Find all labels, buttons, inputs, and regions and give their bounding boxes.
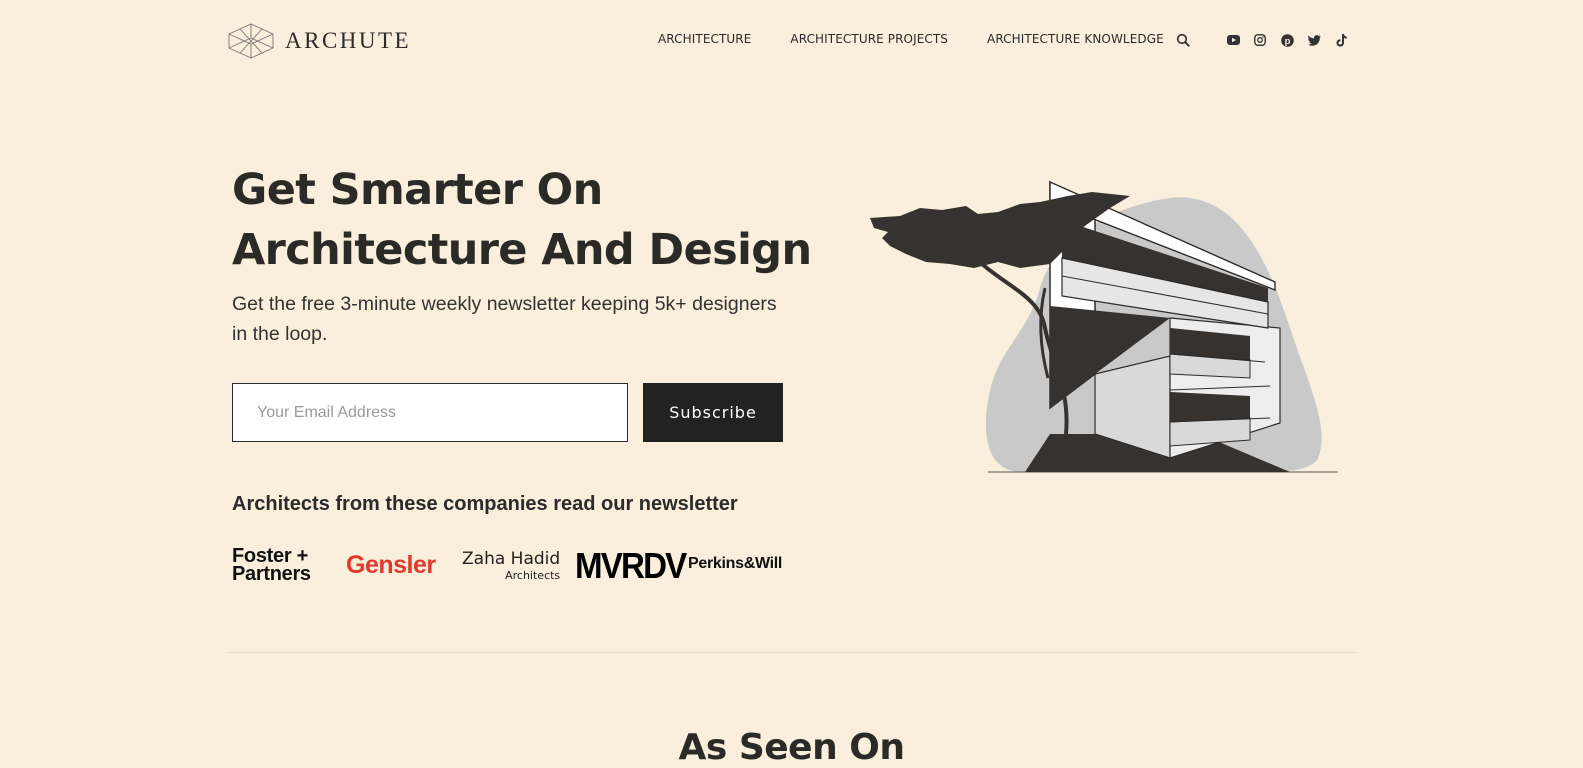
pinterest-icon[interactable]: p: [1280, 33, 1294, 47]
perkins-will-logo: Perkins&Will: [688, 555, 783, 572]
nav-architecture[interactable]: ARCHITECTURE: [658, 32, 751, 46]
hero-title: Get Smarter On Architecture And Design: [232, 160, 832, 280]
section-divider: [227, 652, 1357, 653]
tiktok-icon[interactable]: [1334, 33, 1348, 47]
svg-text:p: p: [1284, 36, 1290, 47]
logo-mark-icon: [228, 23, 274, 59]
email-input[interactable]: [232, 383, 628, 442]
zaha-line2: Architects: [505, 569, 561, 582]
instagram-icon[interactable]: [1253, 33, 1267, 47]
company-logos: Foster + Partners Gensler Zaha Hadid Arc…: [232, 545, 792, 590]
gensler-logo: Gensler: [346, 551, 436, 579]
hero-title-line2: Architecture And Design: [232, 225, 812, 275]
zaha-hadid-logo: Zaha Hadid Architects: [462, 549, 560, 582]
nav-architecture-knowledge[interactable]: ARCHITECTURE KNOWLEDGE: [987, 32, 1164, 46]
main-nav: ARCHITECTURE ARCHITECTURE PROJECTS ARCHI…: [658, 32, 1203, 46]
building-illustration: [870, 180, 1338, 473]
mvrdv-logo: MVRDV: [575, 545, 687, 586]
hero-title-line1: Get Smarter On: [232, 165, 603, 215]
site-header: ARCHUTE ARCHITECTURE ARCHITECTURE PROJEC…: [0, 0, 1583, 80]
nav-architecture-projects[interactable]: ARCHITECTURE PROJECTS: [790, 32, 948, 46]
subscribe-button[interactable]: Subscribe: [643, 383, 783, 442]
foster-partners-logo: Foster + Partners: [232, 546, 311, 585]
as-seen-on-heading: As Seen On: [678, 727, 905, 768]
social-links: p: [1226, 33, 1361, 47]
search-icon[interactable]: [1176, 33, 1190, 47]
companies-heading: Architects from these companies read our…: [232, 493, 738, 515]
youtube-icon[interactable]: [1226, 33, 1240, 47]
site-logo[interactable]: ARCHUTE: [227, 22, 411, 60]
foster-line2: Partners: [232, 563, 311, 585]
hero-subtitle: Get the free 3-minute weekly newsletter …: [232, 293, 777, 345]
zaha-line1: Zaha Hadid: [462, 549, 561, 569]
twitter-icon[interactable]: [1307, 33, 1321, 47]
logo-text: ARCHUTE: [285, 28, 412, 53]
